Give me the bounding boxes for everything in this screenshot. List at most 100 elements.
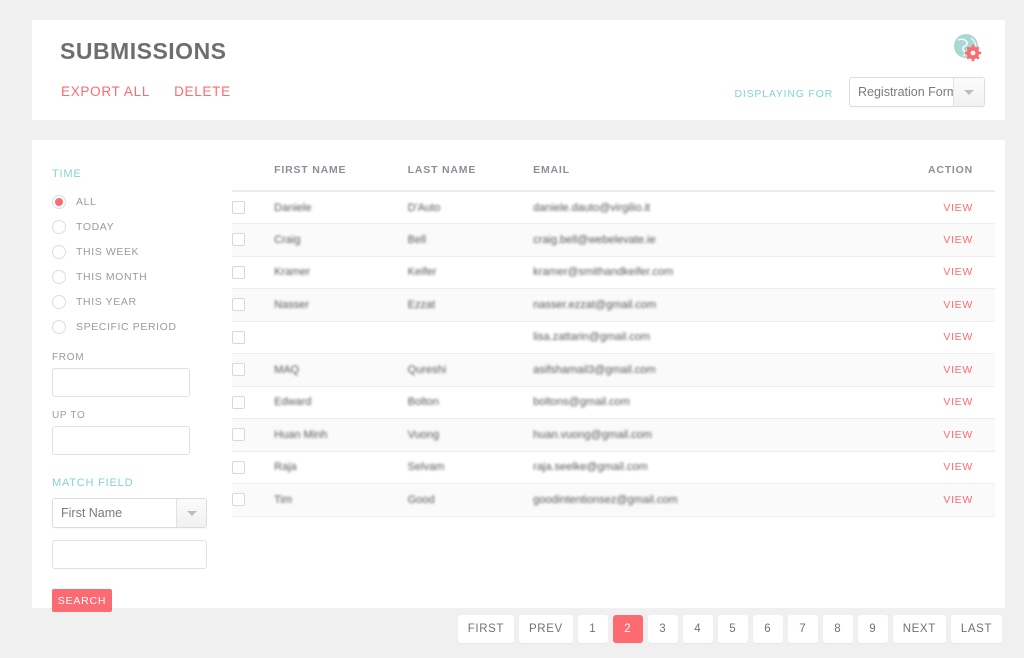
export-all-button[interactable]: EXPORT ALL — [61, 84, 150, 99]
displaying-for-label: DISPLAYING FOR — [734, 88, 833, 100]
pagination-page-8[interactable]: 8 — [822, 615, 853, 643]
cell-email: asifshamail3@gmail.com — [533, 353, 875, 387]
first-name-value: Kramer — [274, 266, 311, 279]
cell-action: VIEW — [874, 483, 995, 517]
time-option-specific-period[interactable]: SPECIFIC PERIOD — [52, 314, 232, 339]
radio-icon[interactable] — [52, 194, 66, 209]
cell-last-name: Good — [407, 483, 534, 517]
email-value: kramer@smithandkeifer.com — [533, 266, 674, 279]
last-name-value: Bolton — [407, 396, 439, 409]
pagination-page-5[interactable]: 5 — [717, 615, 748, 643]
pagination-page-7[interactable]: 7 — [787, 615, 818, 643]
pagination-prev[interactable]: PREV — [519, 615, 573, 643]
view-link[interactable]: VIEW — [943, 364, 973, 376]
match-field-title: MATCH FIELD — [52, 477, 134, 489]
table-row: Huan Minh Vuong huan.vuong@gmail.com VIEW — [232, 418, 995, 452]
search-button[interactable]: SEARCH — [52, 589, 112, 612]
cell-first-name: Nasser — [274, 288, 408, 322]
email-value: asifshamail3@gmail.com — [533, 363, 656, 376]
pagination-page-2[interactable]: 2 — [612, 615, 643, 643]
pagination-page-4[interactable]: 4 — [682, 615, 713, 643]
submissions-page: SUBMISSIONS EXPORT ALL DELETE DISPLAYING… — [0, 0, 1024, 658]
row-checkbox[interactable] — [232, 460, 245, 474]
cell-last-name: Bell — [407, 223, 534, 257]
view-link[interactable]: VIEW — [943, 234, 973, 246]
cell-last-name: Ezzat — [407, 288, 534, 322]
time-option-all[interactable]: ALL — [52, 189, 232, 214]
match-field-select-value: First Name — [61, 506, 123, 520]
cell-first-name: MAQ — [274, 353, 408, 387]
filters-sidebar: TIME ALL TODAY THIS WEEK THIS MONTH THIS YEA… — [52, 168, 232, 612]
match-field-input[interactable] — [52, 540, 207, 569]
view-link[interactable]: VIEW — [943, 299, 973, 311]
form-select-value: Registration Form — [858, 85, 953, 99]
time-group-title: TIME — [52, 168, 82, 180]
cell-first-name: Daniele — [274, 191, 408, 224]
row-checkbox-cell — [232, 256, 275, 289]
pagination-next[interactable]: NEXT — [892, 615, 946, 643]
pagination-page-1[interactable]: 1 — [577, 615, 608, 643]
row-checkbox-cell — [232, 451, 275, 484]
first-name-value: Daniele — [274, 201, 312, 214]
time-option-today[interactable]: TODAY — [52, 214, 232, 239]
view-link[interactable]: VIEW — [943, 494, 973, 506]
row-checkbox[interactable] — [232, 201, 245, 214]
row-checkbox[interactable] — [232, 395, 245, 409]
delete-button[interactable]: DELETE — [174, 84, 231, 99]
pagination-page-3[interactable]: 3 — [647, 615, 678, 643]
radio-icon[interactable] — [52, 244, 66, 259]
cell-last-name: Keifer — [407, 256, 534, 289]
row-checkbox[interactable] — [232, 298, 245, 312]
email-value: huan.vuong@gmail.com — [533, 428, 652, 441]
view-link[interactable]: VIEW — [943, 202, 973, 214]
submissions-table: FIRST NAME LAST NAME EMAIL ACTION Daniel… — [232, 154, 995, 517]
time-radio-group: ALL TODAY THIS WEEK THIS MONTH THIS YEAR SPEC… — [52, 189, 232, 339]
view-link[interactable]: VIEW — [943, 396, 973, 408]
table-header-row: FIRST NAME LAST NAME EMAIL ACTION — [232, 154, 995, 192]
time-option-this-month[interactable]: THIS MONTH — [52, 264, 232, 289]
last-name-value: Qureshi — [407, 363, 447, 376]
time-option-this-year[interactable]: THIS YEAR — [52, 289, 232, 314]
row-checkbox-cell — [232, 483, 275, 517]
row-checkbox[interactable] — [232, 233, 245, 247]
cell-first-name: Edward — [274, 386, 408, 419]
row-checkbox[interactable] — [232, 493, 245, 507]
pagination-page-6[interactable]: 6 — [752, 615, 783, 643]
chevron-down-icon[interactable] — [176, 499, 206, 527]
view-link[interactable]: VIEW — [943, 331, 973, 343]
row-checkbox[interactable] — [232, 265, 245, 279]
match-field-select[interactable]: First Name — [52, 498, 207, 528]
first-name-value: Huan Minh — [274, 428, 328, 441]
view-link[interactable]: VIEW — [943, 429, 973, 441]
pagination-page-9[interactable]: 9 — [857, 615, 888, 643]
row-checkbox[interactable] — [232, 428, 245, 442]
chevron-down-icon[interactable] — [953, 78, 984, 106]
page-title: SUBMISSIONS — [60, 38, 227, 64]
row-checkbox[interactable] — [232, 330, 245, 344]
pagination: FIRST PREV 1 2 3 4 5 6 7 8 9 NEXT LAST — [457, 615, 1002, 643]
cell-last-name: Qureshi — [407, 353, 534, 387]
up-to-label: UP TO — [52, 410, 86, 421]
pagination-last[interactable]: LAST — [950, 615, 1002, 643]
row-checkbox[interactable] — [232, 363, 245, 377]
radio-icon[interactable] — [52, 319, 66, 334]
row-checkbox-cell — [232, 288, 275, 322]
cell-action: VIEW — [874, 321, 995, 354]
up-to-input[interactable] — [52, 426, 190, 455]
radio-icon[interactable] — [52, 219, 66, 234]
form-select[interactable]: Registration Form — [849, 77, 985, 107]
from-input[interactable] — [52, 368, 190, 397]
pagination-first[interactable]: FIRST — [457, 615, 515, 643]
cell-email: nasser.ezzat@gmail.com — [533, 288, 875, 322]
table-row: Raja Selvam raja.seelke@gmail.com VIEW — [232, 451, 995, 484]
cell-action: VIEW — [874, 288, 995, 322]
view-link[interactable]: VIEW — [943, 461, 973, 473]
column-header-email: EMAIL — [533, 154, 875, 192]
globe-gear-avatar-icon[interactable] — [951, 32, 983, 64]
radio-icon[interactable] — [52, 294, 66, 309]
last-name-value: Bell — [407, 233, 427, 246]
time-option-this-week[interactable]: THIS WEEK — [52, 239, 232, 264]
email-value: daniele.dauto@virgilio.it — [533, 201, 651, 214]
radio-icon[interactable] — [52, 269, 66, 284]
view-link[interactable]: VIEW — [943, 266, 973, 278]
